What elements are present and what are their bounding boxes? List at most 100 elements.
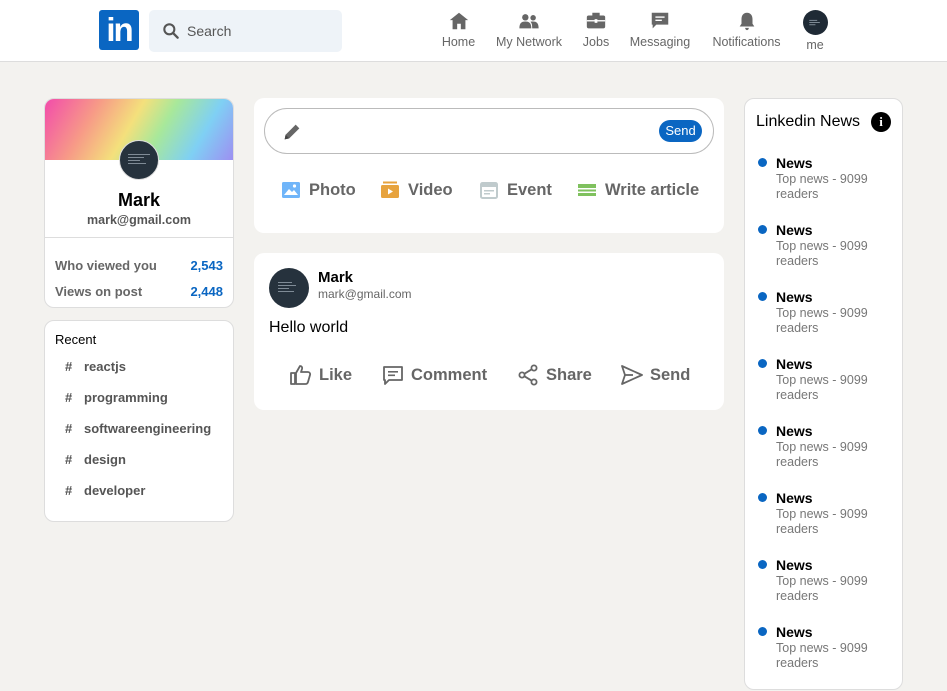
like-button[interactable]: Like — [289, 363, 352, 387]
nav-my-network-label: My Network — [496, 35, 562, 49]
linkedin-logo[interactable]: in — [99, 10, 139, 50]
hashtag-icon: # — [65, 390, 73, 405]
bullet-icon — [758, 560, 767, 569]
stat-who-viewed[interactable]: Who viewed you 2,543 — [45, 258, 233, 273]
send-post-button[interactable]: Send — [620, 363, 690, 387]
nav-me-label: me — [806, 38, 824, 52]
post-author-email: mark@gmail.com — [318, 287, 412, 301]
avatar-image — [278, 282, 296, 292]
search-icon — [163, 23, 179, 39]
bullet-icon — [758, 292, 767, 301]
recent-title: Recent — [55, 332, 97, 347]
recent-tag-label: softwareengineering — [84, 421, 212, 436]
top-nav-bar: in Home My Network Jobs Messaging Notifi… — [0, 0, 947, 62]
news-headline: News — [776, 356, 813, 372]
news-subtitle: Top news - 9099 readers — [776, 373, 868, 402]
profile-email: mark@gmail.com — [45, 213, 233, 238]
profile-name[interactable]: Mark — [45, 190, 233, 211]
stat-value: 2,543 — [190, 258, 223, 273]
event-button[interactable]: Event — [479, 180, 552, 200]
send-post-label: Send — [650, 365, 691, 384]
bullet-icon — [758, 225, 767, 234]
info-icon[interactable]: i — [871, 112, 891, 132]
article-icon — [578, 184, 596, 196]
bullet-icon — [758, 493, 767, 502]
nav-jobs-label: Jobs — [582, 35, 610, 49]
recent-tag-label: design — [84, 452, 126, 467]
nav-messaging-label: Messaging — [629, 35, 691, 49]
news-subtitle: Top news - 9099 readers — [776, 239, 868, 268]
avatar — [802, 10, 828, 35]
bell-icon — [739, 12, 754, 31]
people-icon — [519, 14, 539, 29]
comment-button[interactable]: Comment — [381, 363, 487, 387]
hashtag-icon: # — [65, 421, 73, 436]
event-label: Event — [507, 180, 552, 199]
bullet-icon — [758, 426, 767, 435]
nav-home-label: Home — [441, 35, 476, 49]
create-post-card: Send Photo Video Event Write article — [254, 98, 724, 233]
news-subtitle: Top news - 9099 readers — [776, 172, 868, 201]
bullet-icon — [758, 627, 767, 636]
news-title: Linkedin News — [756, 113, 861, 130]
hashtag-icon: # — [65, 359, 73, 374]
post-author-avatar[interactable] — [269, 268, 309, 308]
recent-tag[interactable]: # developer — [55, 483, 223, 514]
nav-jobs[interactable]: Jobs — [580, 10, 612, 52]
news-headline: News — [776, 624, 813, 640]
stat-label: Views on post — [55, 284, 143, 299]
recent-tag[interactable]: # reactjs — [55, 359, 223, 390]
news-subtitle: Top news - 9099 readers — [776, 440, 868, 469]
post-input[interactable]: Send — [264, 108, 714, 154]
recent-tag[interactable]: # softwareengineering — [55, 421, 223, 452]
news-headline: News — [776, 557, 813, 573]
bullet-icon — [758, 158, 767, 167]
news-card: Linkedin News i News Top news - 9099 read… — [744, 98, 903, 690]
recent-tag-label: reactjs — [84, 359, 126, 374]
message-icon — [651, 12, 669, 29]
share-icon — [518, 364, 538, 386]
post-author-name[interactable]: Mark — [318, 269, 353, 286]
photo-label: Photo — [309, 180, 356, 199]
recent-tag[interactable]: # design — [55, 452, 223, 483]
search-bar[interactable] — [149, 10, 342, 52]
nav-me[interactable]: me — [801, 10, 829, 52]
recent-tag[interactable]: # programming — [55, 390, 223, 421]
nav-messaging[interactable]: Messaging — [628, 10, 692, 52]
thumbs-up-icon — [290, 365, 312, 385]
home-icon — [449, 12, 468, 30]
pencil-icon — [284, 124, 300, 140]
send-button[interactable]: Send — [659, 120, 702, 142]
news-headline: News — [776, 289, 813, 305]
photo-icon — [282, 182, 300, 198]
calendar-icon — [480, 182, 498, 199]
stat-views-on-post[interactable]: Views on post 2,448 — [45, 284, 233, 299]
comment-label: Comment — [411, 365, 488, 384]
comment-icon — [383, 366, 403, 385]
search-input[interactable] — [187, 23, 327, 39]
video-label: Video — [408, 180, 453, 199]
nav-home[interactable]: Home — [438, 10, 479, 52]
recent-tag-label: programming — [84, 390, 168, 405]
news-headline: News — [776, 423, 813, 439]
nav-notifications-label: Notifications — [712, 35, 781, 49]
write-article-button[interactable]: Write article — [577, 180, 699, 200]
recent-tag-label: developer — [84, 483, 146, 498]
photo-button[interactable]: Photo — [281, 180, 356, 200]
news-subtitle: Top news - 9099 readers — [776, 306, 868, 335]
stat-value: 2,448 — [190, 284, 223, 299]
news-subtitle: Top news - 9099 readers — [776, 641, 868, 670]
write-article-label: Write article — [605, 180, 700, 199]
nav-my-network[interactable]: My Network — [494, 10, 564, 52]
profile-avatar[interactable] — [119, 140, 159, 180]
share-label: Share — [546, 365, 592, 384]
news-headline: News — [776, 155, 813, 171]
nav-notifications[interactable]: Notifications — [710, 10, 783, 52]
like-label: Like — [319, 365, 353, 384]
video-button[interactable]: Video — [380, 180, 453, 200]
hashtag-icon: # — [65, 483, 73, 498]
stat-label: Who viewed you — [55, 258, 157, 273]
briefcase-icon — [586, 12, 606, 29]
share-button[interactable]: Share — [516, 363, 592, 387]
news-headline: News — [776, 222, 813, 238]
